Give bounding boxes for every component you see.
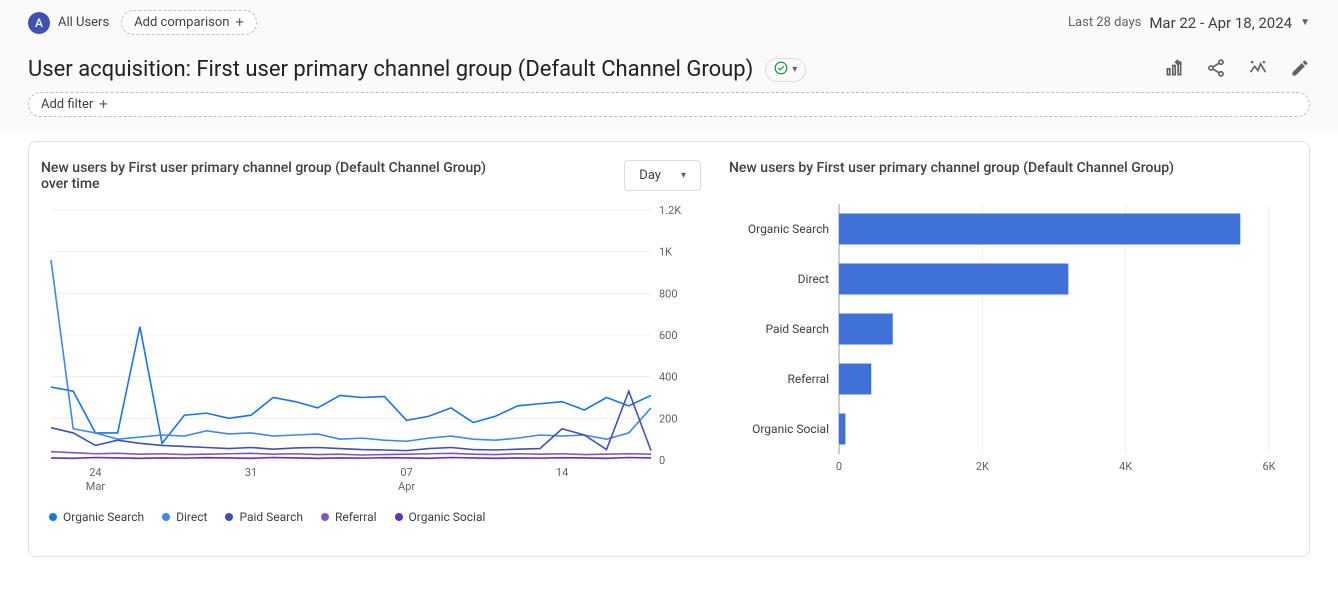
share-icon[interactable] — [1206, 58, 1226, 82]
svg-text:600: 600 — [659, 329, 678, 342]
insights-icon[interactable] — [1248, 58, 1268, 82]
svg-text:Direct: Direct — [798, 272, 829, 286]
svg-text:Referral: Referral — [788, 372, 830, 386]
line-chart: 0 200 400 600 800 1K 1.2K 24Mar 31 07Apr 14 — [41, 200, 701, 500]
legend-swatch — [49, 513, 57, 521]
plus-icon: + — [235, 15, 244, 30]
top-bar: A All Users Add comparison + Last 28 day… — [0, 0, 1338, 45]
page-title: User acquisition: First user primary cha… — [28, 57, 753, 82]
svg-text:0: 0 — [659, 454, 665, 467]
svg-text:2K: 2K — [976, 460, 989, 473]
granularity-value: Day — [639, 168, 661, 183]
customize-report-icon[interactable] — [1164, 58, 1184, 82]
svg-text:1K: 1K — [659, 246, 672, 259]
bar-chart-title: New users by First user primary channel … — [729, 160, 1174, 176]
svg-text:Apr: Apr — [398, 480, 415, 493]
svg-text:Paid Search: Paid Search — [765, 322, 829, 336]
line-chart-title: New users by First user primary channel … — [41, 160, 501, 192]
add-comparison-button[interactable]: Add comparison + — [121, 10, 257, 35]
legend-label: Paid Search — [239, 510, 303, 524]
legend-item[interactable]: Organic Social — [395, 510, 486, 524]
bar-chart-card: New users by First user primary channel … — [719, 160, 1297, 524]
all-users-chip[interactable]: A All Users — [28, 12, 109, 34]
svg-text:400: 400 — [659, 371, 678, 384]
chevron-down-icon: ▾ — [681, 170, 686, 181]
svg-text:24: 24 — [89, 466, 101, 479]
legend-label: Direct — [176, 510, 207, 524]
svg-text:4K: 4K — [1119, 460, 1132, 473]
legend-swatch — [395, 513, 403, 521]
plus-icon: + — [99, 97, 108, 112]
legend-label: Referral — [335, 510, 377, 524]
add-comparison-label: Add comparison — [134, 15, 229, 30]
legend-swatch — [225, 513, 233, 521]
report-status-chip[interactable]: ▾ — [765, 58, 806, 82]
legend-label: Organic Social — [409, 510, 486, 524]
legend-item[interactable]: Paid Search — [225, 510, 303, 524]
title-bar: User acquisition: First user primary cha… — [0, 45, 1338, 86]
filter-bar: Add filter + — [0, 86, 1338, 133]
svg-text:6K: 6K — [1262, 460, 1275, 473]
legend-label: Organic Search — [63, 510, 144, 524]
check-circle-icon — [774, 61, 788, 79]
svg-text:07: 07 — [400, 466, 412, 479]
charts-container: New users by First user primary channel … — [28, 141, 1310, 557]
add-filter-label: Add filter — [41, 97, 93, 112]
svg-text:1.2K: 1.2K — [659, 204, 681, 217]
legend-item[interactable]: Referral — [321, 510, 377, 524]
svg-text:31: 31 — [245, 466, 257, 479]
svg-text:Mar: Mar — [86, 480, 106, 493]
legend-item[interactable]: Direct — [162, 510, 207, 524]
add-filter-button[interactable]: Add filter + — [28, 92, 1310, 117]
granularity-select[interactable]: Day ▾ — [624, 160, 701, 191]
legend-swatch — [162, 513, 170, 521]
svg-text:14: 14 — [556, 466, 568, 479]
date-range-picker[interactable]: Last 28 days Mar 22 - Apr 18, 2024 ▼ — [1068, 14, 1310, 32]
avatar-icon: A — [28, 12, 50, 34]
chevron-down-icon: ▼ — [1300, 17, 1310, 28]
legend-swatch — [321, 513, 329, 521]
line-chart-card: New users by First user primary channel … — [41, 160, 701, 524]
date-caption: Last 28 days — [1068, 15, 1141, 30]
bar-chart: 0 2K 4K 6K Organic Search Direct Paid Search Re… — [729, 184, 1289, 484]
all-users-label: All Users — [58, 15, 109, 30]
legend-item[interactable]: Organic Search — [49, 510, 144, 524]
svg-text:Organic Search: Organic Search — [748, 222, 829, 236]
line-chart-legend: Organic Search Direct Paid Search Referral O… — [41, 510, 701, 524]
svg-text:200: 200 — [659, 412, 678, 425]
date-range-text: Mar 22 - Apr 18, 2024 — [1149, 14, 1292, 32]
svg-text:800: 800 — [659, 287, 678, 300]
chevron-down-icon: ▾ — [792, 64, 797, 75]
svg-text:0: 0 — [836, 460, 842, 473]
edit-pencil-icon[interactable] — [1290, 58, 1310, 82]
svg-text:Organic Social: Organic Social — [752, 422, 829, 436]
